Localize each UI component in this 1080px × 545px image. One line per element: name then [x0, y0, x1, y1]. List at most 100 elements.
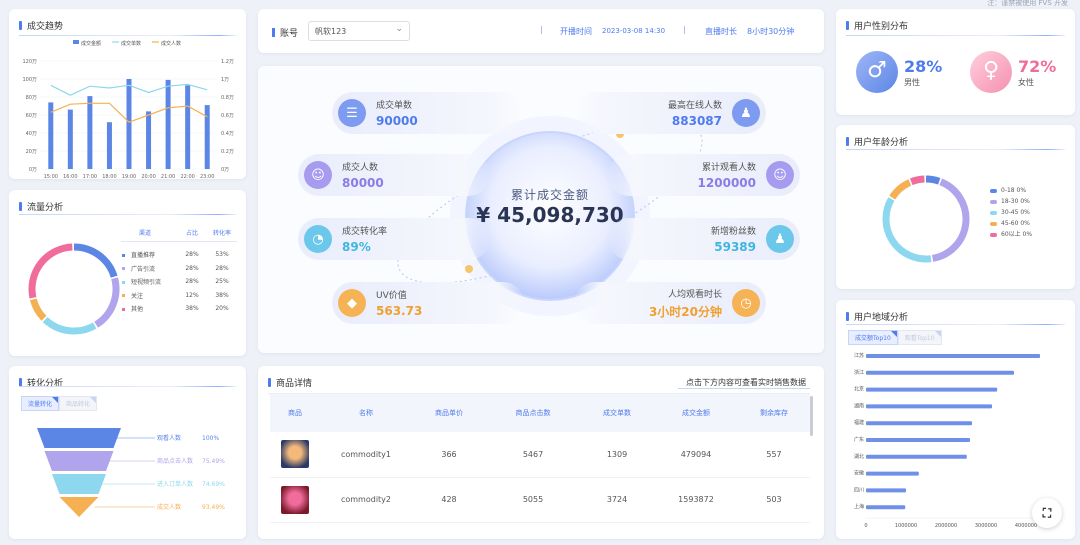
stat-clock[interactable]: ◷ 人均观看时长 3小时20分钟	[574, 282, 766, 324]
age-legend-item[interactable]: 45-60 0%	[990, 218, 1060, 229]
footer-note: 注：谨禁被使用 FVS 开发	[987, 0, 1068, 7]
x-tick: 20:00	[141, 174, 155, 179]
flow-color-dot	[122, 253, 125, 257]
trend-bar[interactable]	[204, 105, 210, 169]
funnel-stage[interactable]	[59, 497, 99, 517]
account-select[interactable]: 帆软123 ⌄	[308, 21, 410, 41]
table-row[interactable]: commodity1 366 5467 1309 479094 557	[270, 432, 810, 478]
stat-user-online[interactable]: ♟ 最高在线人数 883087	[574, 92, 766, 134]
region-bar[interactable]	[866, 488, 906, 493]
funnel-stage[interactable]	[52, 474, 106, 494]
age-panel: 用户年龄分析 0-18 0% 18-30 0% 30-45 0% 45-60 0% 60…	[836, 125, 1075, 289]
stat-new-fan[interactable]: ♟ 新增粉丝数 59389	[608, 218, 800, 260]
funnel-stage-label: 观看人数	[157, 434, 181, 442]
age-slice[interactable]	[909, 175, 925, 186]
region-bar[interactable]	[866, 387, 998, 392]
region-bar[interactable]	[866, 454, 967, 459]
table-row[interactable]: commodity2 428 5055 3724 1593872 503	[270, 477, 810, 523]
age-legend-item[interactable]: 30-45 0%	[990, 207, 1060, 218]
age-slice[interactable]	[889, 179, 912, 200]
trend-bar[interactable]	[165, 79, 171, 169]
region-bar[interactable]	[866, 438, 970, 442]
age-slice[interactable]	[931, 178, 970, 262]
fullscreen-button[interactable]: ⛶	[1032, 498, 1062, 528]
age-slice[interactable]	[925, 175, 941, 185]
table-scrollbar[interactable]	[810, 396, 813, 436]
flow-color-dot	[122, 294, 125, 298]
stat-label: 累计观看人数	[701, 163, 756, 173]
trend-bar[interactable]	[146, 111, 152, 169]
age-slice[interactable]	[882, 197, 932, 263]
stat-value: 59389	[714, 240, 756, 254]
tab-viewers-top10[interactable]: 观看Top10	[897, 330, 942, 345]
tab-flow-conversion[interactable]: 流量转化	[21, 396, 60, 411]
age-legend-dot	[990, 189, 997, 193]
funnel-stage[interactable]	[37, 428, 121, 448]
region-bar[interactable]	[866, 505, 906, 510]
product-price: 366	[412, 432, 486, 478]
flow-pct: 28%	[185, 251, 199, 259]
flow-slice[interactable]	[42, 316, 97, 335]
flow-slice[interactable]	[94, 277, 120, 328]
product-thumbnail	[281, 440, 309, 469]
age-legend-item[interactable]: 18-30 0%	[990, 196, 1060, 207]
funnel-stage[interactable]	[44, 451, 114, 471]
tab-amount-top10[interactable]: 成交额Top10	[848, 330, 898, 345]
conversion-title: 转化分析	[19, 376, 63, 389]
female-label: 女性	[1018, 78, 1034, 87]
stat-diamond[interactable]: ◆ UV价值 563.73	[332, 282, 524, 324]
tab-product-conversion[interactable]: 商品转化	[59, 396, 98, 411]
region-label: 湖北	[854, 453, 864, 460]
y-left-tick: 60万	[26, 113, 37, 119]
flow-row[interactable]: 短视频引流 28% 25%	[121, 275, 237, 289]
age-legend-item[interactable]: 0-18 0%	[990, 185, 1060, 196]
flow-row[interactable]: 直播推荐 28% 53%	[121, 248, 237, 262]
region-bar[interactable]	[866, 370, 1014, 375]
trend-bar[interactable]	[87, 96, 93, 169]
stat-viewers[interactable]: ☺ 累计观看人数 1200000	[608, 154, 800, 196]
stat-value: 1200000	[697, 176, 756, 190]
trend-bar[interactable]	[126, 79, 132, 169]
trend-bar[interactable]	[185, 85, 191, 169]
trend-bar[interactable]	[106, 122, 112, 169]
y-left-tick: 40万	[26, 131, 37, 137]
flow-slice[interactable]	[28, 243, 73, 299]
stat-label: 新增粉丝数	[710, 227, 756, 237]
gender-panel: 用户性别分布 ♂ 28% 男性 ♀ 72% 女性	[836, 9, 1075, 115]
region-bar[interactable]	[866, 471, 919, 476]
product-amount: 479094	[654, 432, 738, 478]
funnel-stage-pct: 100%	[202, 435, 219, 442]
age-legend-dot	[990, 211, 997, 215]
trend-bar[interactable]	[67, 109, 73, 169]
flow-slice[interactable]	[73, 243, 118, 278]
flow-row[interactable]: 其他 38% 20%	[121, 302, 237, 316]
account-label: 账号	[272, 26, 298, 39]
product-amount: 1593872	[654, 477, 738, 523]
region-label: 广东	[854, 436, 864, 443]
y-left-tick: 100万	[22, 77, 37, 83]
flow-slice[interactable]	[29, 298, 47, 321]
stat-chart-circle[interactable]: ◔ 成交转化率 89%	[298, 218, 490, 260]
region-label: 福建	[854, 419, 864, 426]
age-legend-label: 0-18 0%	[1001, 187, 1027, 194]
region-bar[interactable]	[866, 421, 972, 426]
flow-panel: 流量分析 渠道 占比 转化率 直播推荐 28% 53% 广告引流 28% 28% 短视频引流 28%…	[9, 190, 246, 356]
region-bar[interactable]	[866, 404, 992, 409]
region-label: 湖南	[854, 402, 864, 409]
x-tick: 19:00	[122, 174, 136, 179]
stat-value: 80000	[342, 176, 384, 190]
region-bar[interactable]	[866, 354, 1040, 358]
stat-value: 89%	[342, 240, 371, 254]
stat-clipboard[interactable]: ☰ 成交单数 90000	[332, 92, 524, 134]
flow-pct: 38%	[185, 305, 199, 313]
flow-row[interactable]: 关注 12% 38%	[121, 289, 237, 303]
y-right-tick: 1.2万	[221, 59, 234, 65]
stat-group[interactable]: ☺ 成交人数 80000	[298, 154, 490, 196]
legend-swatch	[73, 40, 79, 44]
flow-row[interactable]: 广告引流 28% 28%	[121, 262, 237, 276]
product-thumbnail	[281, 485, 309, 514]
trend-bar[interactable]	[48, 102, 54, 169]
age-legend-item[interactable]: 60以上 0%	[990, 229, 1060, 240]
flow-conv: 25%	[215, 278, 229, 286]
age-legend-dot	[990, 233, 997, 237]
